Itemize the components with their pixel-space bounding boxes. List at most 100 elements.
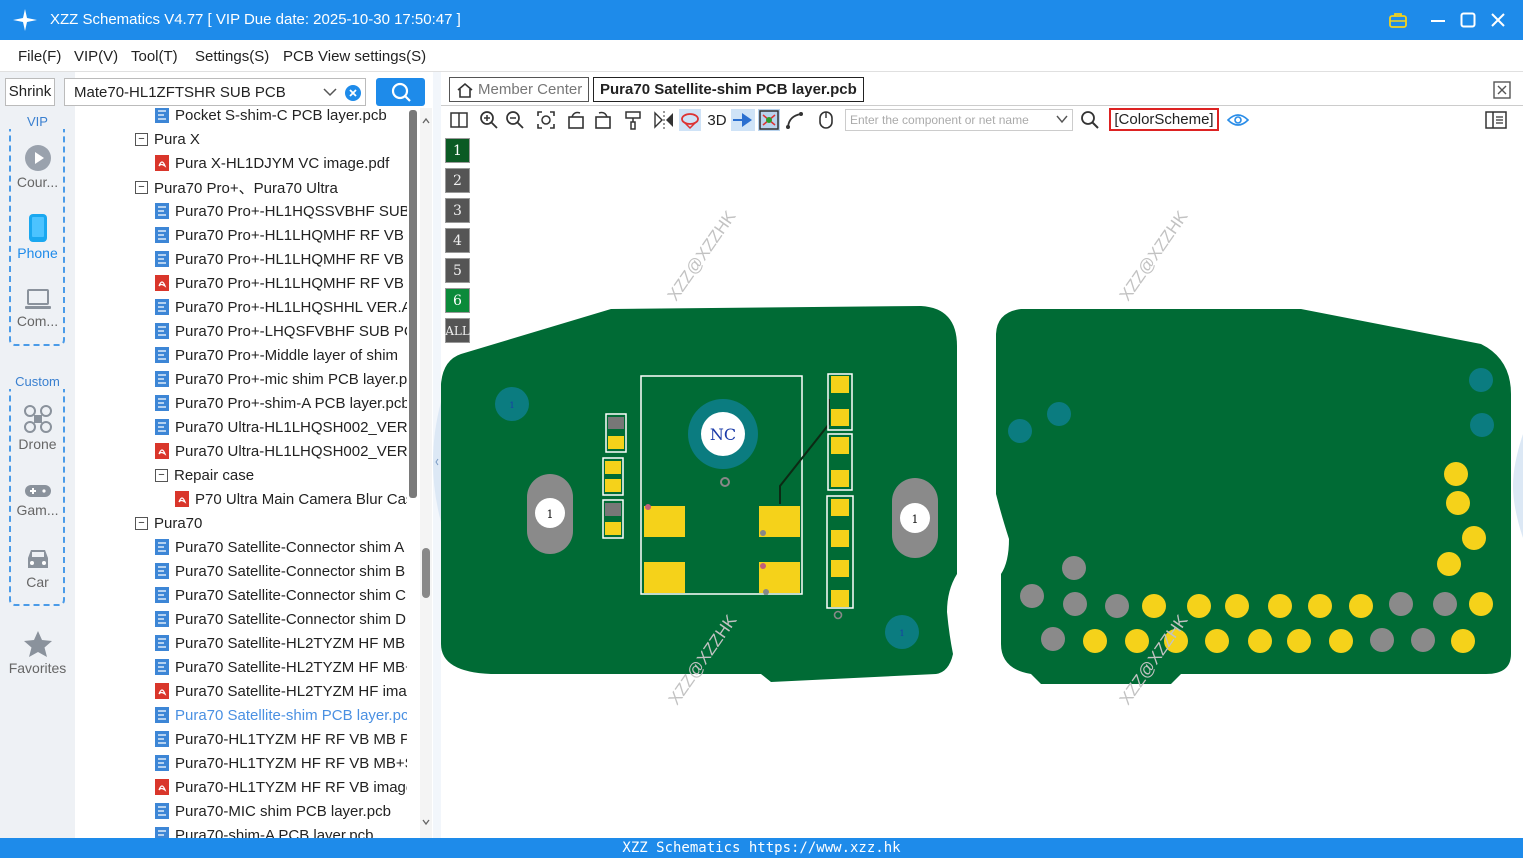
pdf-file-icon xyxy=(155,779,169,795)
zoom-in-icon[interactable] xyxy=(478,109,500,131)
tree-file[interactable]: Pura70 Satellite-HL2TYZM HF imag xyxy=(155,679,407,703)
menu-settings[interactable]: Settings(S) xyxy=(195,48,269,65)
nav-phone[interactable]: Phone xyxy=(0,213,75,261)
net-view-icon[interactable] xyxy=(758,109,780,131)
panel-scrollbar[interactable] xyxy=(420,108,432,838)
pin-direction-icon[interactable] xyxy=(731,109,755,131)
menu-tool[interactable]: Tool(T) xyxy=(131,48,178,65)
vip-group-label: VIP xyxy=(0,114,75,129)
model-combo[interactable]: Mate70-HL1ZFTSHR SUB PCB xyxy=(64,78,366,106)
nav-computer-label: Com... xyxy=(16,313,59,329)
layer-3-button[interactable]: 3 xyxy=(445,198,470,223)
tree-file[interactable]: Pura70 Satellite-Connector shim B xyxy=(155,559,407,583)
rotate-right-icon[interactable] xyxy=(592,109,614,131)
tree-folder[interactable]: − Pura70 Pro+、Pura70 Ultra xyxy=(135,175,407,199)
nav-computer[interactable]: Com... xyxy=(0,287,75,329)
tree-file[interactable]: Pura70 Satellite-Connector shim A xyxy=(155,535,407,559)
tree-file[interactable]: Pura70 Pro+-shim-A PCB layer.pcb xyxy=(155,391,407,415)
layer-2-button[interactable]: 2 xyxy=(445,168,470,193)
net-search-input[interactable]: Enter the component or net name xyxy=(845,109,1073,131)
tree-folder[interactable]: − Repair case xyxy=(155,463,407,487)
pcb-canvas[interactable]: NC 1 1 1 1 XZZ@XZZHK XZZ@XZZHK XZZ@XZZHK… xyxy=(441,134,1523,838)
layer-5-button[interactable]: 5 xyxy=(445,258,470,283)
nav-games[interactable]: Gam... xyxy=(0,482,75,518)
visibility-eye-icon[interactable] xyxy=(1227,109,1249,131)
close-tab-icon[interactable] xyxy=(1493,81,1511,99)
net-dropdown-chevron-icon[interactable] xyxy=(1056,115,1068,124)
tree-folder[interactable]: − Pura X xyxy=(135,127,407,151)
close-button[interactable] xyxy=(1486,8,1510,32)
collapse-toggle-icon[interactable]: − xyxy=(135,132,148,146)
maximize-button[interactable] xyxy=(1456,8,1480,32)
collapse-toggle-icon[interactable]: − xyxy=(155,468,168,482)
rotate-left-icon[interactable] xyxy=(565,109,587,131)
net-search-icon[interactable] xyxy=(1079,109,1101,131)
tree-file[interactable]: Pura70-shim-A PCB layer.pcb xyxy=(155,823,407,838)
mirror-icon[interactable] xyxy=(653,109,675,131)
tree-file[interactable]: Pura70 Pro+-mic shim PCB layer.p xyxy=(155,367,407,391)
highlight-net-icon[interactable] xyxy=(679,109,701,131)
tree-file[interactable]: Pura70 Pro+-HL1LHQMHF RF VB in xyxy=(155,271,407,295)
nav-car[interactable]: Car xyxy=(0,546,75,590)
format-brush-icon[interactable] xyxy=(622,109,644,131)
tree-file[interactable]: Pura70 Pro+-HL1LHQMHF RF VB M xyxy=(155,247,407,271)
clear-icon[interactable] xyxy=(344,84,362,102)
tree-file[interactable]: Pura70 Pro+-Middle layer of shim xyxy=(155,343,407,367)
tree-file[interactable]: Pura70 Pro+-HL1HQSSVBHF SUB F xyxy=(155,199,407,223)
mouse-icon[interactable] xyxy=(815,109,837,131)
tree-file[interactable]: Pura70 Ultra-HL1LHQSH002_VER.B xyxy=(155,439,407,463)
pdf-file-icon xyxy=(155,275,169,291)
tree-scrollbar[interactable] xyxy=(408,110,418,840)
tree-file[interactable]: Pura X-HL1DJYM VC image.pdf xyxy=(155,151,407,175)
tree-file[interactable]: P70 Ultra Main Camera Blur Cas xyxy=(175,487,407,511)
collapse-toggle-icon[interactable]: − xyxy=(135,180,148,194)
3d-view-button[interactable]: 3D xyxy=(704,109,730,131)
search-button[interactable] xyxy=(376,78,425,106)
layer-4-button[interactable]: 4 xyxy=(445,228,470,253)
layer-1-button[interactable]: 1 xyxy=(445,138,470,163)
trace-icon[interactable] xyxy=(784,109,806,131)
tree-file[interactable]: Pocket S-shim-C PCB layer.pcb xyxy=(155,108,407,127)
split-view-icon[interactable] xyxy=(448,109,470,131)
layer-6-button[interactable]: 6 xyxy=(445,288,470,313)
tree-file[interactable]: Pura70 Pro+-HL1LHQSHHL VER.A S xyxy=(155,295,407,319)
tree-file[interactable]: Pura70 Satellite-HL2TYZM HF MB I xyxy=(155,631,407,655)
menu-pcb-view-settings[interactable]: PCB View settings(S) xyxy=(283,48,426,65)
tab-member-center-label: Member Center xyxy=(478,81,583,98)
nav-favorites[interactable]: Favorites xyxy=(0,630,75,676)
tree-file[interactable]: Pura70-HL1TYZM HF RF VB image. xyxy=(155,775,407,799)
menu-vip[interactable]: VIP(V) xyxy=(74,48,118,65)
pcb-board-view[interactable]: NC 1 1 1 1 XZZ@XZZHK XZZ@XZZHK XZZ@XZZHK… xyxy=(441,134,1523,838)
tree-folder[interactable]: − Pura70 xyxy=(135,511,407,535)
menu-file[interactable]: File(F) xyxy=(18,48,61,65)
panel-toggle-icon[interactable] xyxy=(1485,109,1507,131)
nav-drone[interactable]: Drone xyxy=(0,404,75,452)
tree-file[interactable]: Pura70 Satellite-HL2TYZM HF MB+ xyxy=(155,655,407,679)
layer-all-button[interactable]: ALL xyxy=(445,318,470,343)
nav-courses[interactable]: Cour... xyxy=(0,144,75,190)
tree-file[interactable]: Pura70 Satellite-Connector shim D xyxy=(155,607,407,631)
tab-member-center[interactable]: Member Center xyxy=(449,77,590,102)
tree-file[interactable]: Pura70 Pro+-LHQSFVBHF SUB PCB xyxy=(155,319,407,343)
tree-file[interactable]: Pura70 Satellite-Connector shim C xyxy=(155,583,407,607)
shrink-button[interactable]: Shrink xyxy=(5,78,55,106)
panel-splitter[interactable] xyxy=(433,72,441,838)
zoom-out-icon[interactable] xyxy=(504,109,526,131)
tree-file[interactable]: Pura70 Pro+-HL1LHQMHF RF VB M xyxy=(155,223,407,247)
briefcase-icon[interactable] xyxy=(1386,8,1410,32)
tree-item-label: Pura70 Satellite-HL2TYZM HF MB I xyxy=(175,634,407,652)
fit-view-icon[interactable] xyxy=(535,109,557,131)
chevron-down-icon[interactable] xyxy=(323,87,337,97)
tree-item-label: Pura70-MIC shim PCB layer.pcb xyxy=(175,802,391,820)
tree-file[interactable]: Pura70-MIC shim PCB layer.pcb xyxy=(155,799,407,823)
nav-favorites-label: Favorites xyxy=(8,660,67,676)
tree-file[interactable]: Pura70-HL1TYZM HF RF VB MB PC xyxy=(155,727,407,751)
color-scheme-button[interactable]: [ColorScheme] xyxy=(1109,108,1219,131)
tree-file[interactable]: Pura70-HL1TYZM HF RF VB MB+SU xyxy=(155,751,407,775)
tree-file[interactable]: Pura70 Satellite-shim PCB layer.pcl xyxy=(155,703,407,727)
pcb-file-icon xyxy=(155,395,169,411)
tab-active-file[interactable]: Pura70 Satellite-shim PCB layer.pcb xyxy=(593,77,864,102)
collapse-toggle-icon[interactable]: − xyxy=(135,516,148,530)
minimize-button[interactable] xyxy=(1426,8,1450,32)
tree-file[interactable]: Pura70 Ultra-HL1LHQSH002_VER.B xyxy=(155,415,407,439)
